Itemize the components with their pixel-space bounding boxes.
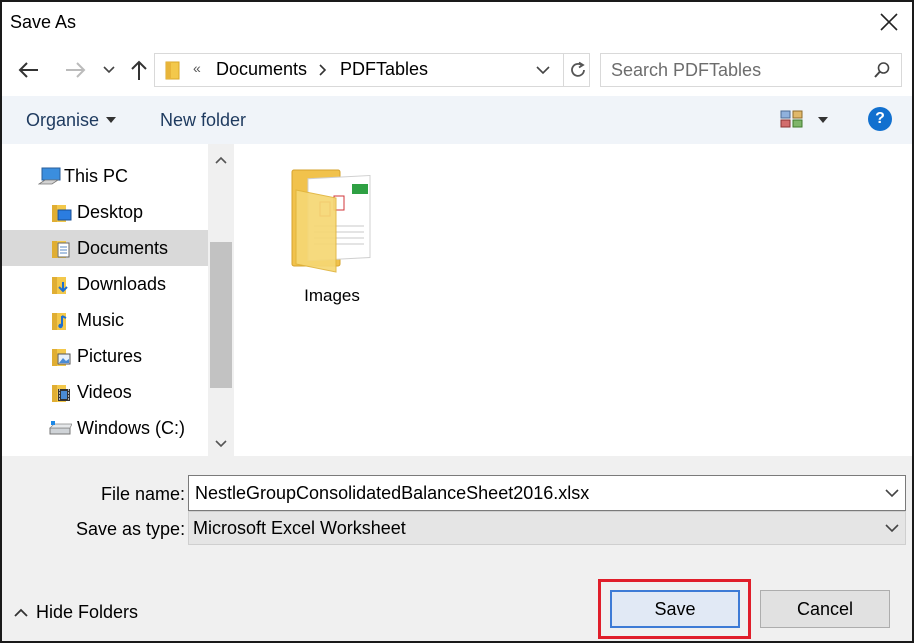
recent-locations-button[interactable]	[100, 56, 118, 84]
navigation-pane: This PC Desktop Documents Downloads Musi…	[2, 144, 234, 456]
caret-down-icon[interactable]	[106, 117, 116, 123]
forward-button[interactable]	[62, 56, 90, 84]
search-icon[interactable]	[873, 61, 891, 79]
nav-item-videos[interactable]: Videos	[2, 374, 208, 410]
breadcrumb-documents[interactable]: Documents	[216, 59, 307, 80]
refresh-icon	[570, 61, 585, 77]
scroll-down-button[interactable]	[208, 434, 234, 454]
nav-item-desktop[interactable]: Desktop	[2, 194, 208, 230]
save-type-value: Microsoft Excel Worksheet	[193, 518, 406, 538]
nav-item-downloads[interactable]: Downloads	[2, 266, 208, 302]
nav-item-documents[interactable]: Documents	[2, 230, 208, 266]
save-type-label: Save as type:	[76, 519, 186, 539]
dialog-title: Save As	[10, 12, 77, 32]
nav-item-label: Music	[77, 310, 125, 330]
breadcrumb-pdftables[interactable]: PDFTables	[340, 59, 428, 80]
nav-item-music[interactable]: Music	[2, 302, 208, 338]
refresh-button[interactable]	[563, 54, 591, 86]
save-options-panel: File name: NestleGroupConsolidatedBalanc…	[2, 456, 912, 641]
pictures-folder-icon	[52, 349, 71, 366]
arrow-left-icon	[18, 62, 38, 78]
file-name-input[interactable]: NestleGroupConsolidatedBalanceSheet2016.…	[195, 483, 589, 504]
breadcrumb-overflow[interactable]: «	[193, 60, 201, 76]
drive-icon	[49, 421, 72, 435]
folder-item-images[interactable]: Images	[284, 168, 380, 308]
organise-menu-button[interactable]: Organise	[26, 110, 99, 131]
close-icon	[880, 13, 898, 31]
chevron-down-icon[interactable]	[885, 486, 899, 500]
documents-folder-icon	[52, 241, 70, 258]
chevron-down-icon	[215, 440, 227, 448]
arrow-right-icon	[66, 62, 86, 78]
navigation-bar: « Documents PDFTables Search PDFTables	[2, 42, 912, 96]
videos-folder-icon	[52, 385, 70, 402]
new-folder-button[interactable]: New folder	[160, 110, 246, 131]
folder-with-documents-icon	[291, 169, 371, 273]
back-button[interactable]	[14, 56, 42, 84]
nav-item-label: Desktop	[77, 202, 144, 222]
scroll-up-button[interactable]	[208, 150, 234, 170]
command-bar: Organise New folder ?	[2, 96, 912, 144]
file-list: Images	[234, 144, 912, 456]
nav-scrollbar[interactable]	[208, 144, 234, 456]
downloads-folder-icon	[52, 277, 68, 294]
computer-icon	[38, 167, 61, 185]
nav-item-windows-c[interactable]: Windows (C:)	[2, 410, 208, 446]
title-bar: Save As	[2, 2, 912, 42]
arrow-up-icon	[131, 60, 147, 80]
nav-item-label: Documents	[77, 238, 169, 258]
search-input[interactable]: Search PDFTables	[611, 60, 761, 81]
chevron-right-icon[interactable]	[318, 60, 328, 80]
scroll-thumb[interactable]	[210, 242, 232, 388]
caret-down-icon[interactable]	[818, 117, 828, 123]
chevron-up-icon	[215, 156, 227, 164]
nav-item-label: Downloads	[77, 274, 167, 294]
file-name-label: File name:	[101, 484, 186, 504]
desktop-folder-icon	[52, 205, 72, 222]
help-icon[interactable]: ?	[868, 107, 892, 131]
search-box[interactable]: Search PDFTables	[600, 53, 902, 87]
nav-item-label: Pictures	[77, 346, 143, 366]
save-button[interactable]: Save	[610, 590, 740, 628]
save-type-select[interactable]: Microsoft Excel Worksheet	[188, 511, 906, 545]
caret-up-icon	[14, 608, 28, 617]
save-as-dialog: Save As « Documents PDFTables Search PDF…	[0, 0, 914, 643]
hide-folders-button[interactable]: Hide Folders	[14, 602, 138, 623]
nav-item-pictures[interactable]: Pictures	[2, 338, 208, 374]
view-options-icon[interactable]	[780, 110, 804, 128]
close-button[interactable]	[872, 6, 906, 38]
cancel-button[interactable]: Cancel	[760, 590, 890, 628]
chevron-down-icon[interactable]	[535, 60, 551, 80]
file-name-field[interactable]: NestleGroupConsolidatedBalanceSheet2016.…	[188, 475, 906, 511]
nav-item-label: Windows (C:)	[77, 418, 186, 438]
nav-item-this-pc[interactable]: This PC	[2, 158, 208, 194]
chevron-down-icon	[103, 66, 115, 74]
music-folder-icon	[52, 313, 67, 330]
folder-icon	[165, 61, 180, 80]
up-button[interactable]	[126, 56, 152, 84]
nav-item-label: This PC	[64, 166, 129, 186]
folder-label: Images	[304, 286, 360, 305]
chevron-down-icon[interactable]	[885, 521, 899, 535]
address-bar[interactable]: « Documents PDFTables	[154, 53, 590, 87]
nav-item-label: Videos	[77, 382, 132, 402]
hide-folders-label: Hide Folders	[36, 602, 139, 622]
